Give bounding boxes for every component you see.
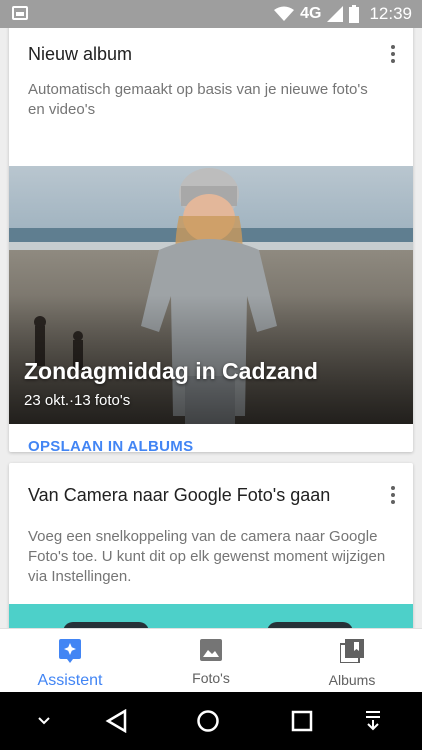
battery-icon — [349, 5, 360, 23]
card-title: Van Camera naar Google Foto's gaan — [28, 485, 331, 505]
save-to-albums-button[interactable]: OPSLAAN IN ALBUMS — [28, 438, 193, 452]
albums-icon — [339, 639, 364, 668]
status-bar: 4G 12:39 — [0, 0, 422, 28]
more-options-icon[interactable] — [383, 42, 403, 66]
album-cover-photo[interactable]: Zondagmiddag in Cadzand 23 okt.·13 foto'… — [9, 166, 413, 424]
camera-shortcut-card[interactable]: Van Camera naar Google Foto's gaan Voeg … — [9, 463, 413, 628]
assistant-icon — [59, 639, 81, 668]
hide-keyboard-chevron-icon[interactable] — [29, 706, 59, 736]
card-title: Nieuw album — [28, 44, 133, 64]
card-description: Voeg een snelkoppeling van de camera naa… — [28, 528, 386, 585]
tab-label: Foto's — [192, 670, 230, 686]
image-notification-icon — [12, 6, 28, 20]
assistant-feed[interactable]: Nieuw album Automatisch gemaakt op basis… — [0, 28, 422, 628]
more-options-icon[interactable] — [383, 483, 403, 507]
bottom-navigation: Assistent Foto's Albums — [0, 628, 422, 692]
tab-label: Albums — [328, 672, 376, 688]
network-type: 4G — [300, 5, 322, 22]
clock: 12:39 — [369, 4, 412, 23]
tab-fotos[interactable]: Foto's — [141, 629, 281, 693]
tab-assistent[interactable]: Assistent — [0, 629, 140, 693]
system-navigation-bar — [0, 692, 422, 750]
tab-label: Assistent — [37, 672, 103, 689]
photos-icon — [200, 639, 222, 666]
recents-icon[interactable] — [287, 706, 317, 736]
signal-icon — [327, 6, 344, 22]
wifi-icon — [274, 6, 295, 22]
album-subtitle: 23 okt.·13 foto's — [24, 392, 131, 409]
home-icon[interactable] — [193, 706, 223, 736]
tab-albums[interactable]: Albums — [282, 629, 422, 693]
new-album-card[interactable]: Nieuw album Automatisch gemaakt op basis… — [9, 28, 413, 452]
beach-photo-image — [9, 166, 413, 424]
album-title: Zondagmiddag in Cadzand — [24, 358, 318, 384]
notifications-pull-icon[interactable] — [358, 706, 388, 736]
illustration-banner — [9, 604, 413, 628]
back-icon[interactable] — [101, 706, 131, 736]
card-description: Automatisch gemaakt op basis van je nieu… — [28, 81, 368, 118]
